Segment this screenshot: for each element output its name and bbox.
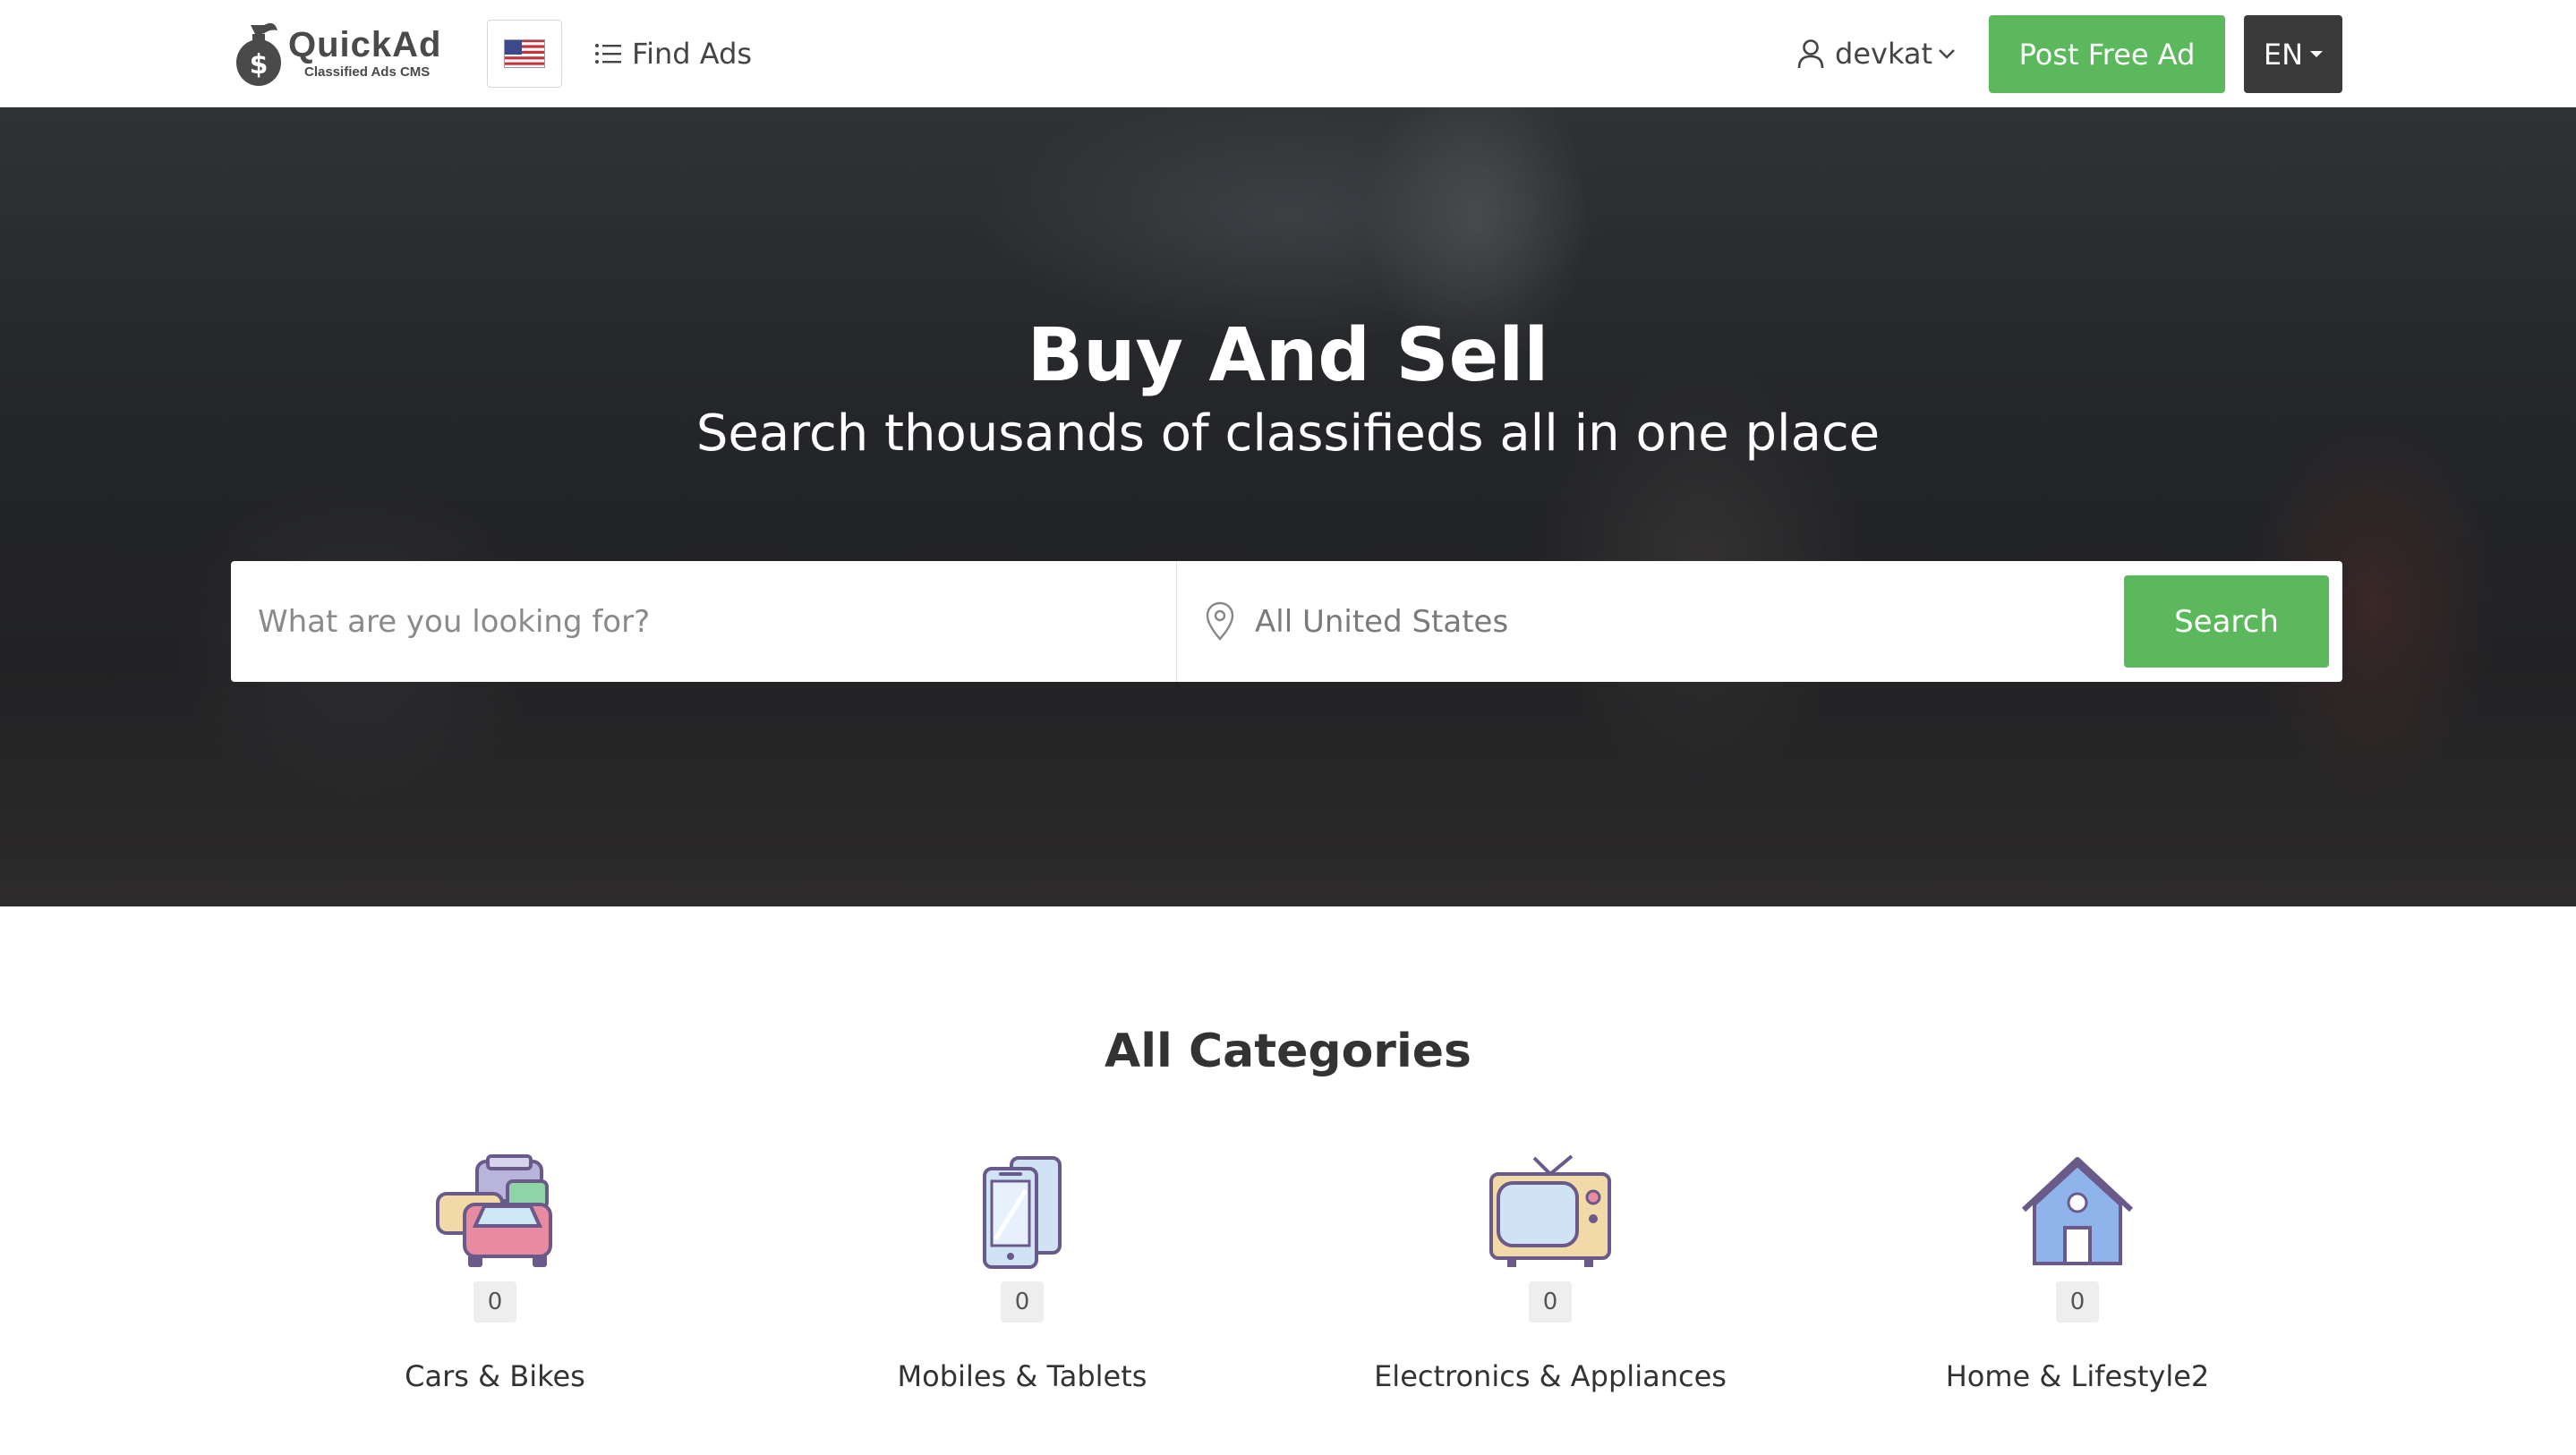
category-home-lifestyle[interactable]: 0 Home & Lifestyle2 <box>1889 1154 2265 1394</box>
category-name: Mobiles & Tablets <box>897 1359 1147 1393</box>
svg-text:$: $ <box>250 49 269 81</box>
search-button[interactable]: Search <box>2124 575 2329 668</box>
site-logo[interactable]: $ QuickAd Classified Ads CMS <box>235 18 441 89</box>
search-bar: Search <box>231 561 2342 682</box>
find-ads-link[interactable]: Find Ads <box>594 27 752 81</box>
logo-subtitle: Classified Ads CMS <box>304 64 431 80</box>
list-icon <box>595 44 621 64</box>
hero-overlay <box>0 107 2576 906</box>
category-count-badge: 0 <box>1001 1281 1044 1323</box>
category-mobiles-tablets[interactable]: 0 Mobiles & Tablets <box>834 1154 1210 1394</box>
logo-title: QuickAd <box>288 25 442 64</box>
category-name: Cars & Bikes <box>405 1359 585 1393</box>
keyword-search-input[interactable] <box>258 561 1153 682</box>
caret-down-icon <box>2310 51 2324 57</box>
tv-icon <box>1489 1154 1611 1267</box>
us-flag-icon <box>504 39 545 68</box>
category-cars-bikes[interactable]: 0 Cars & Bikes <box>307 1154 683 1394</box>
money-bag-icon: $ <box>236 22 281 86</box>
language-label: EN <box>2263 37 2304 72</box>
user-icon <box>1797 39 1824 69</box>
mobiles-icon <box>983 1156 1062 1269</box>
chevron-down-icon <box>1939 49 1955 59</box>
search-divider <box>1176 561 1177 682</box>
cars-icon <box>436 1154 552 1267</box>
post-free-ad-button[interactable]: Post Free Ad <box>1989 15 2225 93</box>
hero-banner: Buy And Sell Search thousands of classif… <box>0 107 2576 906</box>
location-input[interactable] <box>1255 561 2239 682</box>
category-count-badge: 0 <box>473 1281 516 1323</box>
user-menu-dropdown[interactable]: devkat <box>1797 27 1956 81</box>
category-count-badge: 0 <box>1529 1281 1572 1323</box>
category-name: Electronics & Appliances <box>1374 1359 1727 1393</box>
username-label: devkat <box>1835 37 1933 71</box>
hero-title: Buy And Sell <box>1027 313 1549 398</box>
hero-subtitle: Search thousands of classifieds all in o… <box>695 404 1881 463</box>
category-name: Home & Lifestyle2 <box>1945 1359 2210 1393</box>
categories-heading: All Categories <box>1104 1025 1471 1078</box>
find-ads-label: Find Ads <box>632 37 753 71</box>
country-selector-button[interactable] <box>487 20 562 88</box>
location-pin-icon <box>1206 601 1234 641</box>
language-dropdown-button[interactable]: EN <box>2244 15 2342 93</box>
category-electronics-appliances[interactable]: 0 Electronics & Appliances <box>1362 1154 1738 1394</box>
top-navbar: $ QuickAd Classified Ads CMS Find Ads de… <box>0 0 2576 107</box>
house-icon <box>2021 1157 2134 1265</box>
category-count-badge: 0 <box>2056 1281 2099 1323</box>
